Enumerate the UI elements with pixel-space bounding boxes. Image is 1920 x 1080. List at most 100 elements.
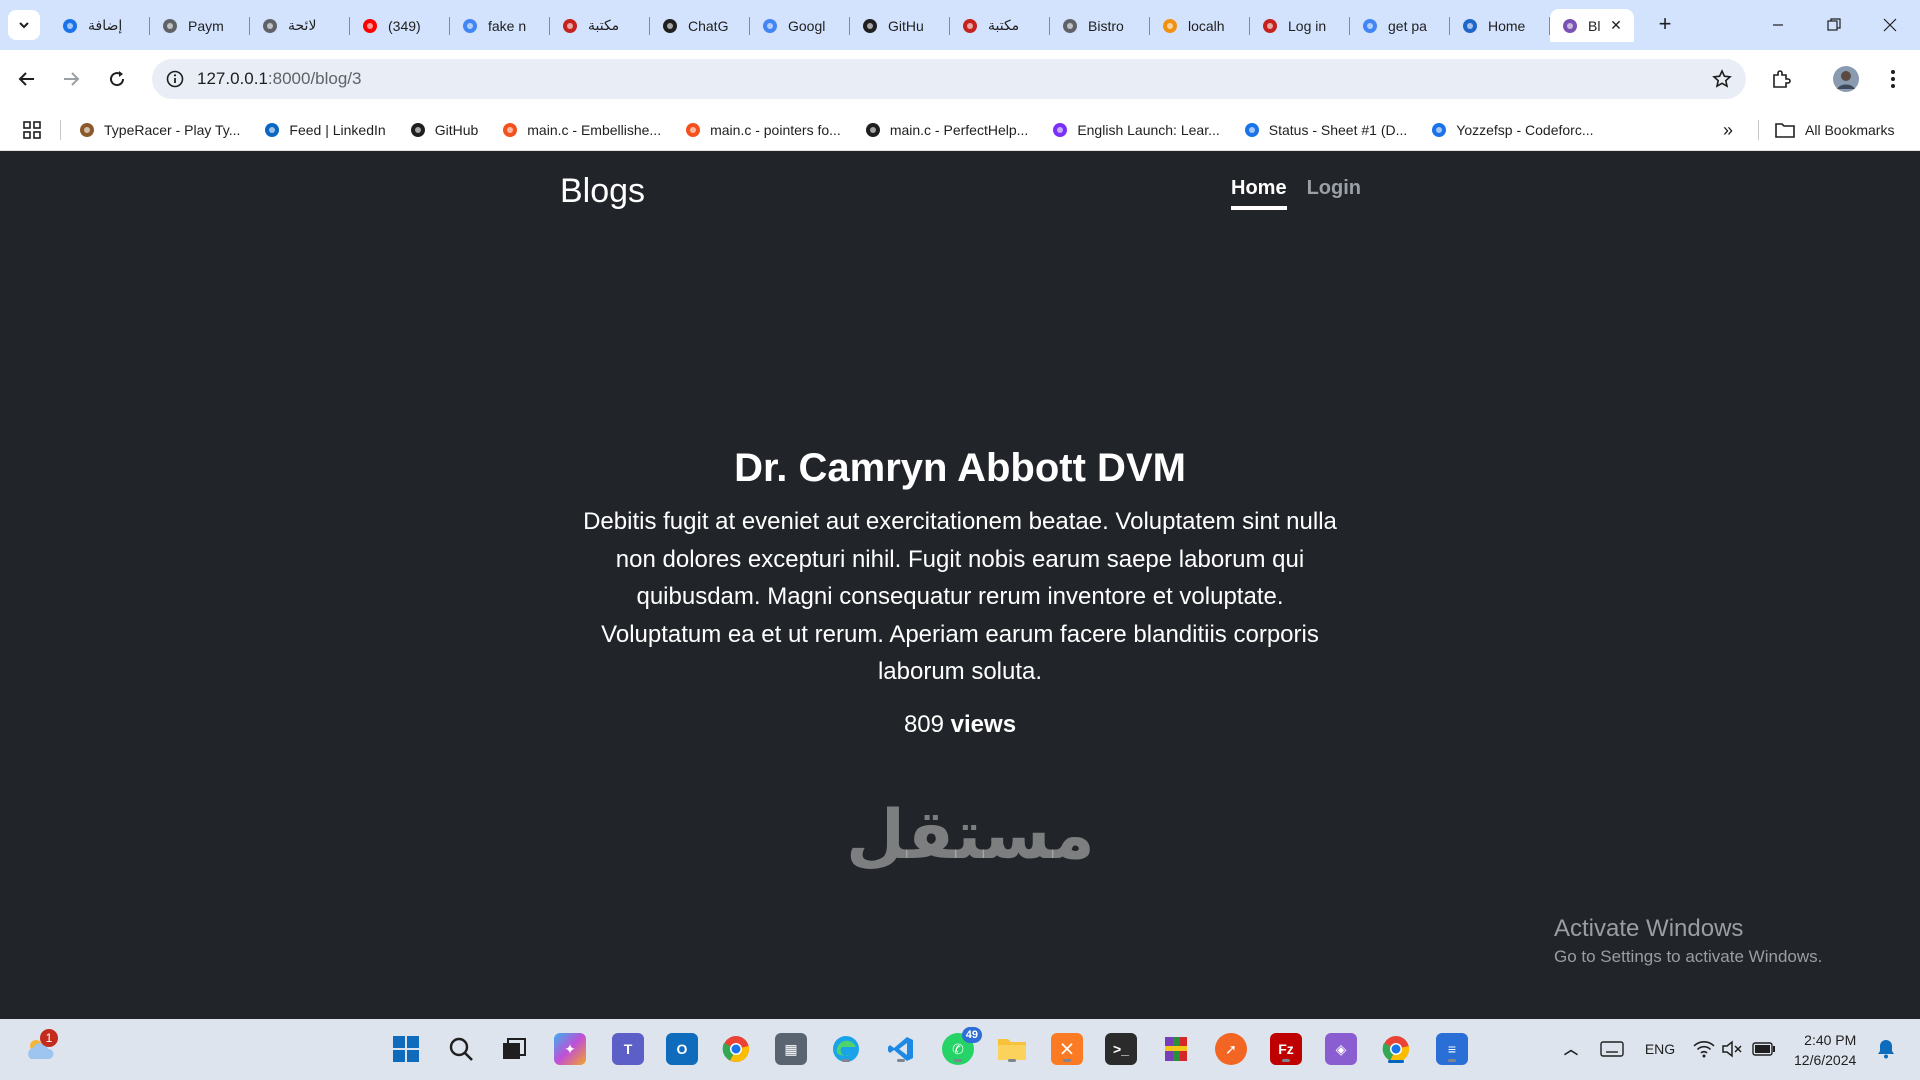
- taskbar-file-explorer[interactable]: [996, 1033, 1028, 1065]
- browser-tab[interactable]: مكتبة: [550, 9, 650, 42]
- site-icon: [562, 18, 578, 34]
- taskbar-xampp[interactable]: ⨉: [1051, 1033, 1083, 1065]
- bookmark-item[interactable]: main.c - pointers fo...: [684, 121, 841, 139]
- more-vertical-icon: [1891, 70, 1895, 88]
- menu-button[interactable]: [1876, 62, 1910, 96]
- browser-tab[interactable]: fake n: [450, 9, 550, 42]
- browser-tab[interactable]: get pa: [1350, 9, 1450, 42]
- browser-tab[interactable]: لائحة: [250, 9, 350, 42]
- taskbar-edge[interactable]: [830, 1033, 862, 1065]
- running-indicator: [842, 1059, 850, 1062]
- browser-tab[interactable]: Log in: [1250, 9, 1350, 42]
- taskbar-copilot[interactable]: ✦: [554, 1033, 586, 1065]
- task-view-button[interactable]: [498, 1033, 530, 1065]
- browser-tab-active[interactable]: Bl ✕: [1550, 9, 1634, 42]
- bookmarks-overflow-icon[interactable]: »: [1716, 118, 1740, 142]
- site-info-icon[interactable]: [160, 64, 190, 94]
- running-indicator: [1008, 1059, 1016, 1062]
- bookmark-label: TypeRacer - Play Ty...: [104, 121, 241, 138]
- tab-search-button[interactable]: [8, 10, 40, 40]
- browser-tab[interactable]: Paym: [150, 9, 250, 42]
- mostaql-watermark: مستقل: [846, 796, 1095, 875]
- youtube-icon: [362, 18, 378, 34]
- start-button[interactable]: [390, 1033, 422, 1065]
- close-tab-icon[interactable]: ✕: [1608, 17, 1624, 33]
- restore-button[interactable]: [1806, 0, 1862, 50]
- bookmark-item[interactable]: Status - Sheet #1 (D...: [1243, 121, 1407, 139]
- tab-title: Home: [1488, 17, 1526, 34]
- taskbar-visual-studio[interactable]: ◈: [1325, 1033, 1357, 1065]
- browser-tab[interactable]: مكتبة: [950, 9, 1050, 42]
- bookmark-item[interactable]: GitHub: [409, 121, 478, 139]
- address-bar[interactable]: 127.0.0.1:8000/blog/3: [152, 59, 1746, 99]
- taskbar-chrome-active[interactable]: [1380, 1033, 1412, 1065]
- volume-tray-button[interactable]: [1716, 1033, 1748, 1065]
- profile-avatar[interactable]: [1829, 62, 1863, 96]
- bookmark-item[interactable]: Yozzefsp - Codeforc...: [1430, 121, 1593, 139]
- forward-button[interactable]: [54, 62, 88, 96]
- browser-tab[interactable]: Home: [1450, 9, 1550, 42]
- taskbar-postman[interactable]: ➚: [1215, 1033, 1247, 1065]
- tab-title: Bistro: [1088, 17, 1124, 34]
- bookmark-item[interactable]: main.c - Embellishe...: [501, 121, 661, 139]
- google-icon: [1362, 18, 1378, 34]
- keyboard-icon: [1600, 1041, 1624, 1057]
- linkedin-icon: [263, 121, 281, 139]
- taskbar-chrome[interactable]: [720, 1033, 752, 1065]
- taskbar-clock[interactable]: 2:40 PM 12/6/2024: [1794, 1030, 1856, 1070]
- taskbar-terminal[interactable]: >_: [1105, 1033, 1137, 1065]
- reload-button[interactable]: [100, 62, 134, 96]
- task-view-icon: [503, 1038, 526, 1059]
- battery-tray-button[interactable]: [1748, 1033, 1780, 1065]
- taskbar-notepad[interactable]: ≡: [1436, 1033, 1468, 1065]
- bookmark-item[interactable]: Feed | LinkedIn: [263, 121, 386, 139]
- bookmark-star-icon[interactable]: [1710, 67, 1734, 91]
- bookmark-label: main.c - pointers fo...: [710, 121, 841, 138]
- browser-tab[interactable]: GitHu: [850, 9, 950, 42]
- browser-tab[interactable]: localh: [1150, 9, 1250, 42]
- taskbar-whatsapp[interactable]: ✆ 49: [942, 1027, 982, 1065]
- minimize-button[interactable]: [1750, 0, 1806, 50]
- language-indicator[interactable]: ENG: [1640, 1033, 1680, 1065]
- english-icon: [1051, 121, 1069, 139]
- taskbar-calculator[interactable]: ▦: [775, 1033, 807, 1065]
- taskbar-teams[interactable]: T: [612, 1033, 644, 1065]
- whatsapp-badge: 49: [961, 1027, 982, 1043]
- back-button[interactable]: [10, 62, 44, 96]
- nav-link-login[interactable]: Login: [1307, 177, 1361, 210]
- bookmark-item[interactable]: English Launch: Lear...: [1051, 121, 1220, 139]
- browser-tab[interactable]: Googl: [750, 9, 850, 42]
- nav-link-home[interactable]: Home: [1231, 177, 1287, 210]
- tab-title: مكتبة: [588, 17, 620, 33]
- taskbar-outlook[interactable]: O: [666, 1033, 698, 1065]
- taskbar-vscode[interactable]: [885, 1033, 917, 1065]
- taskbar-filezilla[interactable]: Fz: [1270, 1033, 1302, 1065]
- bookmark-item[interactable]: main.c - PerfectHelp...: [864, 121, 1028, 139]
- all-bookmarks-button[interactable]: All Bookmarks: [1775, 108, 1894, 151]
- extensions-button[interactable]: [1764, 62, 1798, 96]
- url-host: 127.0.0.1: [197, 69, 268, 88]
- tray-overflow-button[interactable]: ︿: [1555, 1033, 1587, 1065]
- browser-toolbar: 127.0.0.1:8000/blog/3: [0, 50, 1920, 108]
- apps-grid-icon[interactable]: [20, 118, 44, 142]
- new-tab-button[interactable]: +: [1652, 12, 1678, 38]
- keyboard-tray-button[interactable]: [1596, 1033, 1628, 1065]
- browser-tab[interactable]: Bistro: [1050, 9, 1150, 42]
- code-icon: [684, 121, 702, 139]
- close-window-button[interactable]: [1862, 0, 1918, 50]
- taskbar-search-button[interactable]: [445, 1033, 477, 1065]
- battery-icon: [1752, 1042, 1775, 1056]
- clock-time: 2:40 PM: [1804, 1032, 1857, 1048]
- restore-icon: [1827, 18, 1841, 31]
- running-indicator: [897, 1059, 905, 1062]
- browser-tab[interactable]: ChatG: [650, 9, 750, 42]
- post-views: 809 views: [560, 711, 1360, 739]
- browser-tab[interactable]: (349): [350, 9, 450, 42]
- google-icon: [462, 18, 478, 34]
- browser-tab[interactable]: إضافة: [50, 9, 150, 42]
- bookmark-item[interactable]: TypeRacer - Play Ty...: [78, 121, 240, 139]
- notifications-button[interactable]: [1870, 1033, 1902, 1065]
- site-brand[interactable]: Blogs: [560, 172, 645, 211]
- tab-title: (349): [388, 17, 421, 34]
- taskbar-winrar[interactable]: [1160, 1033, 1192, 1065]
